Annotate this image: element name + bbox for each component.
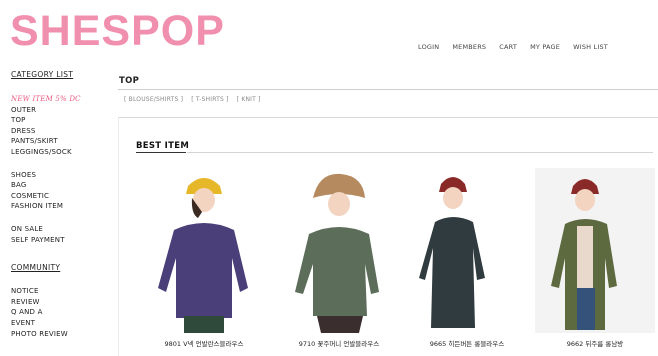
site-logo[interactable]: SHESPOP <box>10 8 225 54</box>
model-illustration <box>295 173 379 333</box>
product-photo[interactable] <box>407 168 527 333</box>
subcategory-nav: [ BLOUSE/SHIRTS ] [ T-SHIRTS ] [ KNIT ] <box>118 96 658 103</box>
sidebar-item-top[interactable]: TOP <box>11 115 111 126</box>
product-caption[interactable]: 9801 V넥 언발란스블라우스 <box>144 338 264 348</box>
login-link[interactable]: LOGIN <box>418 43 439 51</box>
section-divider <box>118 89 658 90</box>
community-heading: COMMUNITY <box>11 263 61 273</box>
best-item-heading: BEST ITEM <box>136 141 190 151</box>
page-title: TOP <box>119 76 140 86</box>
sidebar-item-on-sale[interactable]: ON SALE <box>11 224 111 235</box>
sidebar-group-sale: ON SALE SELF PAYMENT <box>11 224 111 245</box>
sidebar-item-pants-skirt[interactable]: PANTS/SKIRT <box>11 136 111 147</box>
sidebar-item-notice[interactable]: NOTICE <box>11 286 111 297</box>
sidebar-item-photo-review[interactable]: PHOTO REVIEW <box>11 329 111 340</box>
sidebar-group-accessories: SHOES BAG COSMETIC FASHION ITEM <box>11 170 111 212</box>
sidebar-item-bag[interactable]: BAG <box>11 180 111 191</box>
wish-list-link[interactable]: WISH LIST <box>573 43 608 51</box>
sidebar-item-self-payment[interactable]: SELF PAYMENT <box>11 235 111 246</box>
category-list-heading: CATEGORY LIST <box>11 70 74 79</box>
best-item-divider <box>187 152 653 153</box>
sidebar-group-apparel: NEW ITEM 5% DC OUTER TOP DRESS PANTS/SKI… <box>11 94 111 158</box>
subcategory-blouse-shirts[interactable]: [ BLOUSE/SHIRTS ] <box>124 96 183 103</box>
model-illustration <box>551 179 617 330</box>
sidebar-item-shoes[interactable]: SHOES <box>11 170 111 181</box>
sidebar-item-event[interactable]: EVENT <box>11 318 111 329</box>
my-page-link[interactable]: MY PAGE <box>530 43 560 51</box>
product-photo[interactable] <box>535 168 655 333</box>
product-caption[interactable]: 9662 뒤주름 롱남방 <box>535 338 655 348</box>
model-illustration <box>158 178 248 333</box>
sidebar-item-review[interactable]: REVIEW <box>11 297 111 308</box>
subcategory-knit[interactable]: [ KNIT ] <box>237 96 261 103</box>
subcategory-t-shirts[interactable]: [ T-SHIRTS ] <box>191 96 228 103</box>
sidebar-item-dress[interactable]: DRESS <box>11 126 111 137</box>
sidebar: CATEGORY LIST NEW ITEM 5% DC OUTER TOP D… <box>11 70 111 339</box>
sidebar-item-fashion-item[interactable]: FASHION ITEM <box>11 201 111 212</box>
product-photo[interactable] <box>144 168 264 333</box>
sidebar-item-q-and-a[interactable]: Q AND A <box>11 307 111 318</box>
sidebar-item-cosmetic[interactable]: COSMETIC <box>11 191 111 202</box>
cart-link[interactable]: CART <box>499 43 517 51</box>
members-link[interactable]: MEMBERS <box>452 43 486 51</box>
product-caption[interactable]: 9710 꽃주머니 언발블라우스 <box>279 338 399 348</box>
model-illustration <box>419 177 485 328</box>
best-item-panel: BEST ITEM 9801 V넥 언발란스블라우스 9710 꽃주머니 언발블… <box>118 117 658 356</box>
product-caption[interactable]: 9665 히든버튼 롱블라우스 <box>407 338 527 348</box>
top-navigation: LOGIN MEMBERS CART MY PAGE WISH LIST <box>418 43 621 51</box>
sidebar-item-leggings-sock[interactable]: LEGGINGS/SOCK <box>11 147 111 158</box>
product-photo[interactable] <box>279 168 399 333</box>
main-content: TOP [ BLOUSE/SHIRTS ] [ T-SHIRTS ] [ KNI… <box>118 76 658 103</box>
best-item-heading-underline <box>136 152 186 153</box>
sidebar-item-outer[interactable]: OUTER <box>11 105 111 116</box>
sidebar-item-new-item[interactable]: NEW ITEM 5% DC <box>11 94 111 105</box>
